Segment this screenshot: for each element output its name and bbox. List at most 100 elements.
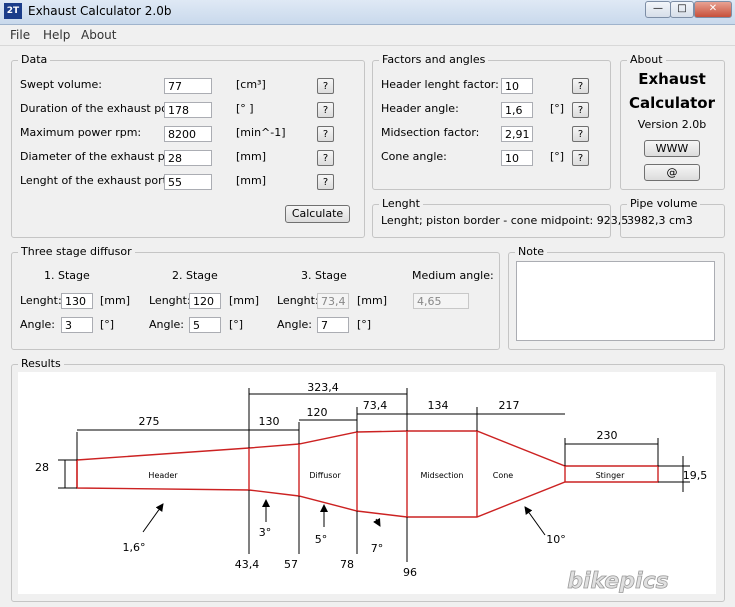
angle-stage1-label: 3°: [259, 526, 272, 539]
bottom-value-3: 78: [340, 558, 354, 571]
dim-header-length: 275: [139, 415, 160, 428]
www-button[interactable]: WWW: [644, 140, 700, 157]
data-group: Data Swept volume: 77 [cm³] ? Duration o…: [11, 53, 365, 238]
pipe-volume-value: 3982,3 cm3: [627, 214, 693, 227]
lenght-group: Lenght Lenght; piston border - cone midp…: [372, 197, 628, 238]
header-angle-help-button[interactable]: ?: [572, 102, 589, 118]
stage3-lenght-label: Lenght:: [277, 294, 319, 307]
header-length-factor-label: Header lenght factor:: [381, 78, 499, 91]
port-length-label: Lenght of the exhaust port:: [20, 174, 171, 187]
maximize-button[interactable]: □: [670, 1, 694, 18]
swept-volume-help-button[interactable]: ?: [317, 78, 334, 94]
watermark-logo: bikepics: [567, 569, 668, 594]
angle-header-label: 1,6°: [123, 541, 146, 554]
duration-unit: [° ]: [236, 102, 254, 115]
stage2-lenght-input[interactable]: 120: [189, 293, 221, 309]
about-app-name-line2: Calculator: [629, 94, 715, 112]
stage2-angle-input[interactable]: 5: [189, 317, 221, 333]
angle-stage3-label: 7°: [371, 542, 384, 555]
rpm-help-button[interactable]: ?: [317, 126, 334, 142]
cone-angle-help-button[interactable]: ?: [572, 150, 589, 166]
stage3-angle-label: Angle:: [277, 318, 313, 331]
factors-group: Factors and angles Header lenght factor:…: [372, 53, 611, 190]
swept-volume-input[interactable]: 77: [164, 78, 212, 94]
port-length-input[interactable]: 55: [164, 174, 212, 190]
factors-group-title: Factors and angles: [379, 53, 489, 66]
stage2-angle-unit: [°]: [229, 318, 244, 331]
port-diameter-label: Diameter of the exhaust port:: [20, 150, 185, 163]
calculate-button[interactable]: Calculate: [285, 205, 350, 223]
bottom-value-4: 96: [403, 566, 417, 579]
stage1-lenght-label: Lenght:: [20, 294, 62, 307]
exhaust-diagram: 275 130 120 73,4 134 217 230 323,4 28 19…: [18, 372, 716, 594]
angle-stage2-label: 5°: [315, 533, 328, 546]
port-length-help-button[interactable]: ?: [317, 174, 334, 190]
stage2-angle-label: Angle:: [149, 318, 185, 331]
left-diameter-label: 28: [35, 461, 49, 474]
header-angle-label: Header angle:: [381, 102, 459, 115]
about-group-title: About: [627, 53, 666, 66]
close-button[interactable]: ✕: [694, 1, 732, 18]
port-diameter-input[interactable]: 28: [164, 150, 212, 166]
cone-angle-label: Cone angle:: [381, 150, 447, 163]
rpm-label: Maximum power rpm:: [20, 126, 142, 139]
menu-help[interactable]: Help: [43, 28, 70, 42]
port-diameter-unit: [mm]: [236, 150, 267, 163]
stage3-angle-input[interactable]: 7: [317, 317, 349, 333]
header-length-factor-help-button[interactable]: ?: [572, 78, 589, 94]
dim-cone-length: 217: [499, 399, 520, 412]
midsection-factor-help-button[interactable]: ?: [572, 126, 589, 142]
stage2-lenght-label: Lenght:: [149, 294, 191, 307]
section-cone: Cone: [493, 471, 514, 480]
dim-stage2-length: 120: [307, 406, 328, 419]
medium-angle-input[interactable]: 4,65: [413, 293, 469, 309]
header-length-factor-input[interactable]: 10: [501, 78, 533, 94]
bottom-value-1: 43,4: [235, 558, 260, 571]
section-diffusor: Diffusor: [309, 471, 341, 480]
right-diameter-label: 19,5: [683, 469, 708, 482]
title-bar: 2T Exhaust Calculator 2.0b — □ ✕: [0, 0, 735, 25]
stage3-angle-unit: [°]: [357, 318, 372, 331]
cone-angle-unit: [°]: [550, 150, 565, 163]
diffusor-group-title: Three stage diffusor: [18, 245, 135, 258]
pipe-volume-group: Pipe volume 3982,3 cm3: [620, 197, 725, 238]
stage1-lenght-input[interactable]: 130: [61, 293, 93, 309]
pipe-volume-title: Pipe volume: [627, 197, 701, 210]
about-version: Version 2.0b: [637, 118, 707, 131]
section-midsection: Midsection: [420, 471, 463, 480]
lenght-group-title: Lenght: [379, 197, 423, 210]
duration-input[interactable]: 178: [164, 102, 212, 118]
diffusor-group: Three stage diffusor 1. Stage 2. Stage 3…: [11, 245, 500, 350]
stage3-lenght-input[interactable]: 73,4: [317, 293, 349, 309]
dim-diffusor-span: 323,4: [307, 381, 339, 394]
duration-label: Duration of the exhaust port:: [20, 102, 181, 115]
swept-volume-unit: [cm³]: [236, 78, 266, 91]
rpm-input[interactable]: 8200: [164, 126, 212, 142]
rpm-unit: [min^-1]: [236, 126, 286, 139]
menu-about[interactable]: About: [81, 28, 116, 42]
header-angle-input[interactable]: 1,6: [501, 102, 533, 118]
medium-angle-title: Medium angle:: [412, 269, 494, 282]
stage1-angle-label: Angle:: [20, 318, 56, 331]
stage3-lenght-unit: [mm]: [357, 294, 388, 307]
about-app-name-line1: Exhaust: [638, 70, 706, 88]
angle-cone-label: 10°: [546, 533, 566, 546]
data-group-title: Data: [18, 53, 51, 66]
stage2-lenght-unit: [mm]: [229, 294, 260, 307]
dim-stage1-length: 130: [259, 415, 280, 428]
email-button[interactable]: @: [644, 164, 700, 181]
lenght-result: Lenght; piston border - cone midpoint: 9…: [381, 214, 629, 227]
midsection-factor-label: Midsection factor:: [381, 126, 480, 139]
menu-file[interactable]: File: [10, 28, 30, 42]
duration-help-button[interactable]: ?: [317, 102, 334, 118]
stage1-angle-input[interactable]: 3: [61, 317, 93, 333]
cone-angle-input[interactable]: 10: [501, 150, 533, 166]
minimize-button[interactable]: —: [645, 1, 671, 18]
note-textarea[interactable]: [516, 261, 715, 341]
results-group-title: Results: [18, 357, 64, 370]
section-stinger: Stinger: [596, 471, 626, 480]
port-length-unit: [mm]: [236, 174, 267, 187]
swept-volume-label: Swept volume:: [20, 78, 102, 91]
midsection-factor-input[interactable]: 2,91: [501, 126, 533, 142]
port-diameter-help-button[interactable]: ?: [317, 150, 334, 166]
